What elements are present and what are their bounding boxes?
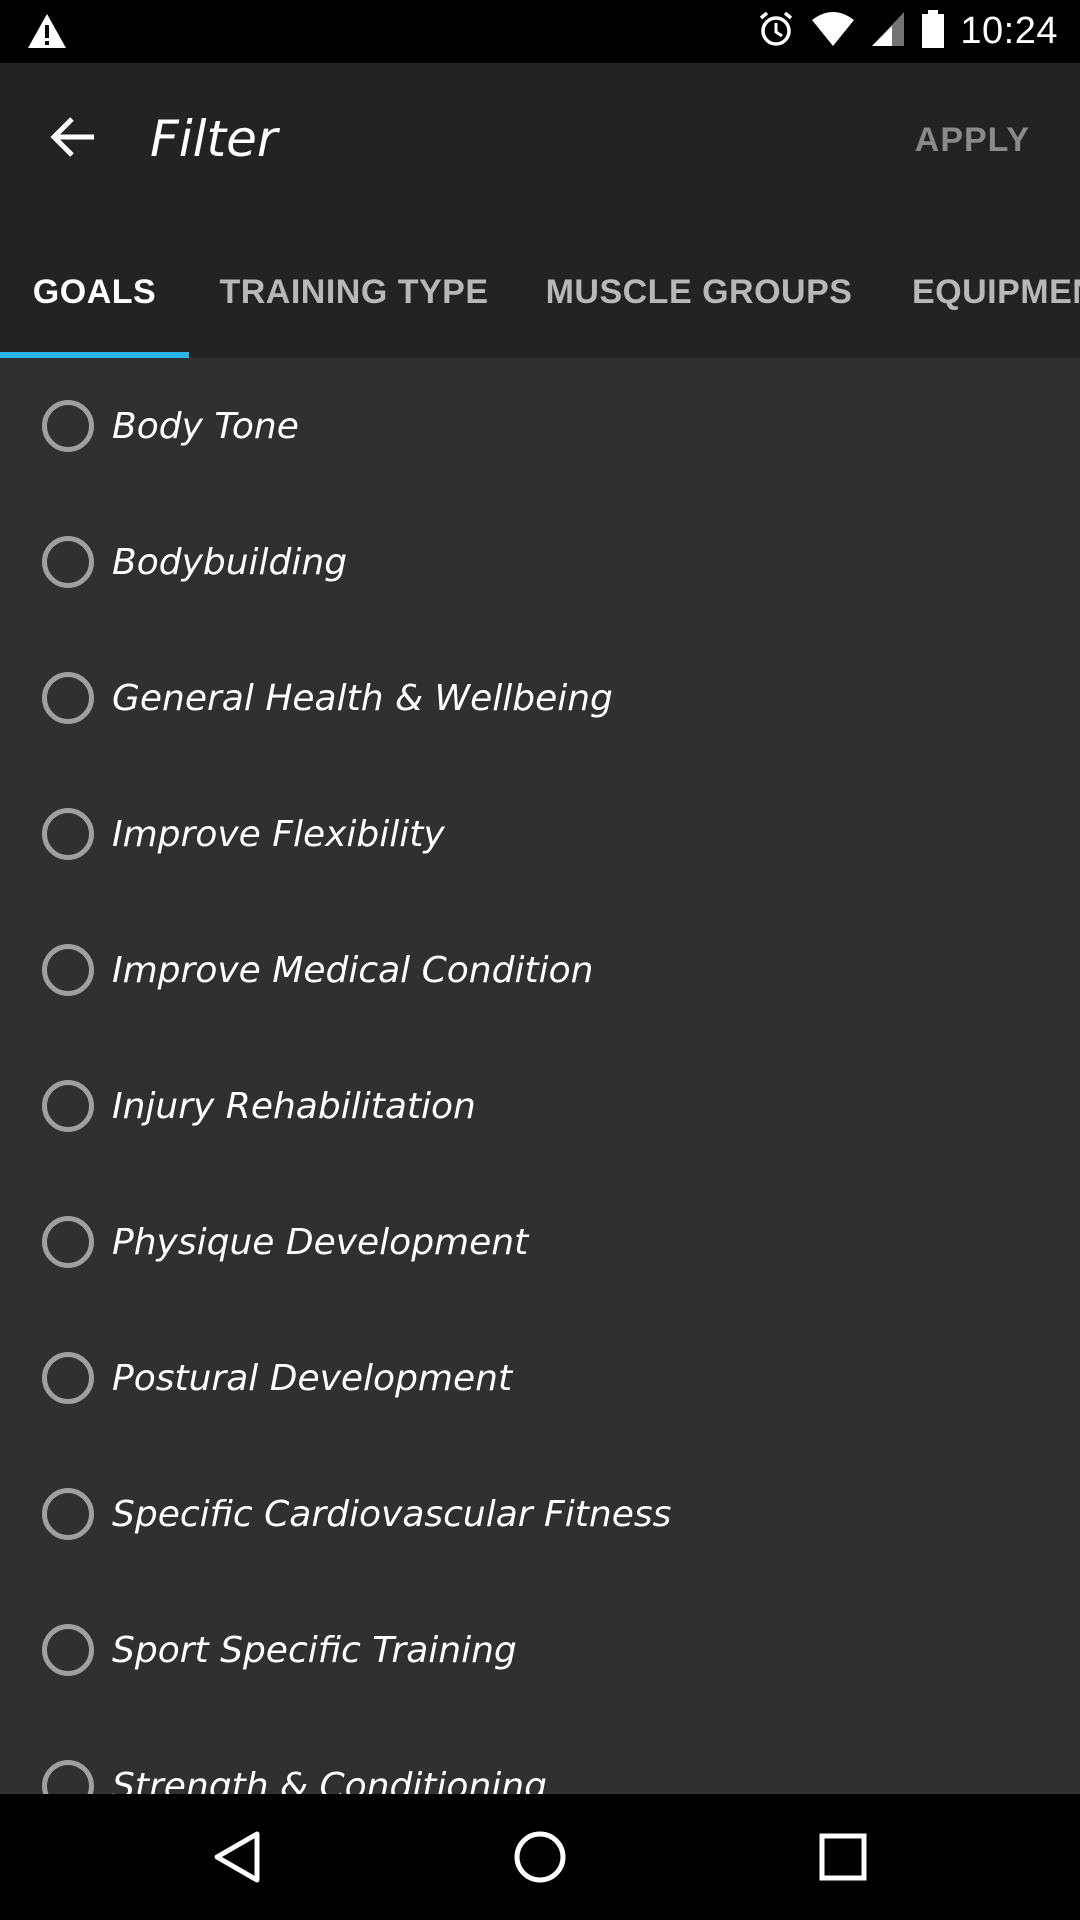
tab-training-type[interactable]: TRAINING TYPE (189, 226, 519, 358)
signal-icon (870, 10, 906, 53)
radio-button[interactable] (42, 1488, 94, 1540)
radio-button[interactable] (42, 536, 94, 588)
radio-button[interactable] (42, 944, 94, 996)
goal-label: Specific Cardiovascular Fitness (112, 1493, 672, 1535)
wifi-icon (810, 10, 856, 53)
status-bar: 10:24 (0, 0, 1080, 63)
radio-button[interactable] (42, 672, 94, 724)
tab-muscle-groups[interactable]: MUSCLE GROUPS (519, 226, 879, 358)
goal-label: Bodybuilding (112, 541, 348, 583)
app-bar: Filter APPLY (0, 63, 1080, 226)
list-item[interactable]: General Health & Wellbeing (0, 630, 1080, 766)
radio-button[interactable] (42, 1760, 94, 1794)
arrow-left-icon (50, 117, 94, 157)
battery-icon (920, 9, 946, 54)
goal-label: Strength & Conditioning (112, 1765, 547, 1795)
list-item[interactable]: Specific Cardiovascular Fitness (0, 1446, 1080, 1582)
apply-button[interactable]: APPLY (915, 115, 1030, 165)
list-item[interactable]: Body Tone (0, 358, 1080, 494)
radio-button[interactable] (42, 1080, 94, 1132)
back-button[interactable] (40, 103, 108, 171)
list-item[interactable]: Improve Medical Condition (0, 902, 1080, 1038)
goal-label: Physique Development (112, 1221, 529, 1263)
status-time: 10:24 (960, 10, 1058, 52)
goal-label: Postural Development (112, 1357, 513, 1399)
goal-label: Sport Specific Training (112, 1629, 517, 1671)
goal-label: Improve Medical Condition (112, 949, 594, 991)
goal-list: Body Tone Bodybuilding General Health & … (0, 358, 1080, 1794)
home-nav-icon[interactable] (495, 1814, 585, 1900)
tab-bar: GOALS TRAINING TYPE MUSCLE GROUPS EQUIPM… (0, 226, 1080, 358)
list-item[interactable]: Bodybuilding (0, 494, 1080, 630)
list-item[interactable]: Injury Rehabilitation (0, 1038, 1080, 1174)
radio-button[interactable] (42, 808, 94, 860)
goal-label: Improve Flexibility (112, 813, 445, 855)
list-item[interactable]: Strength & Conditioning (0, 1718, 1080, 1794)
radio-button[interactable] (42, 1216, 94, 1268)
tab-goals[interactable]: GOALS (0, 226, 189, 358)
goal-label: Injury Rehabilitation (112, 1085, 476, 1127)
list-item[interactable]: Postural Development (0, 1310, 1080, 1446)
navigation-bar (0, 1794, 1080, 1920)
radio-button[interactable] (42, 1624, 94, 1676)
list-item[interactable]: Sport Specific Training (0, 1582, 1080, 1718)
list-item[interactable]: Physique Development (0, 1174, 1080, 1310)
goal-label: General Health & Wellbeing (112, 677, 613, 719)
back-nav-icon[interactable] (192, 1814, 282, 1900)
radio-button[interactable] (42, 400, 94, 452)
radio-button[interactable] (42, 1352, 94, 1404)
goal-label: Body Tone (112, 405, 299, 447)
page-title: Filter (150, 110, 278, 168)
list-item[interactable]: Improve Flexibility (0, 766, 1080, 902)
recents-nav-icon[interactable] (798, 1814, 888, 1900)
tab-equipment[interactable]: EQUIPMENT (879, 226, 1080, 358)
warning-icon (26, 12, 68, 50)
alarm-icon (756, 9, 796, 54)
